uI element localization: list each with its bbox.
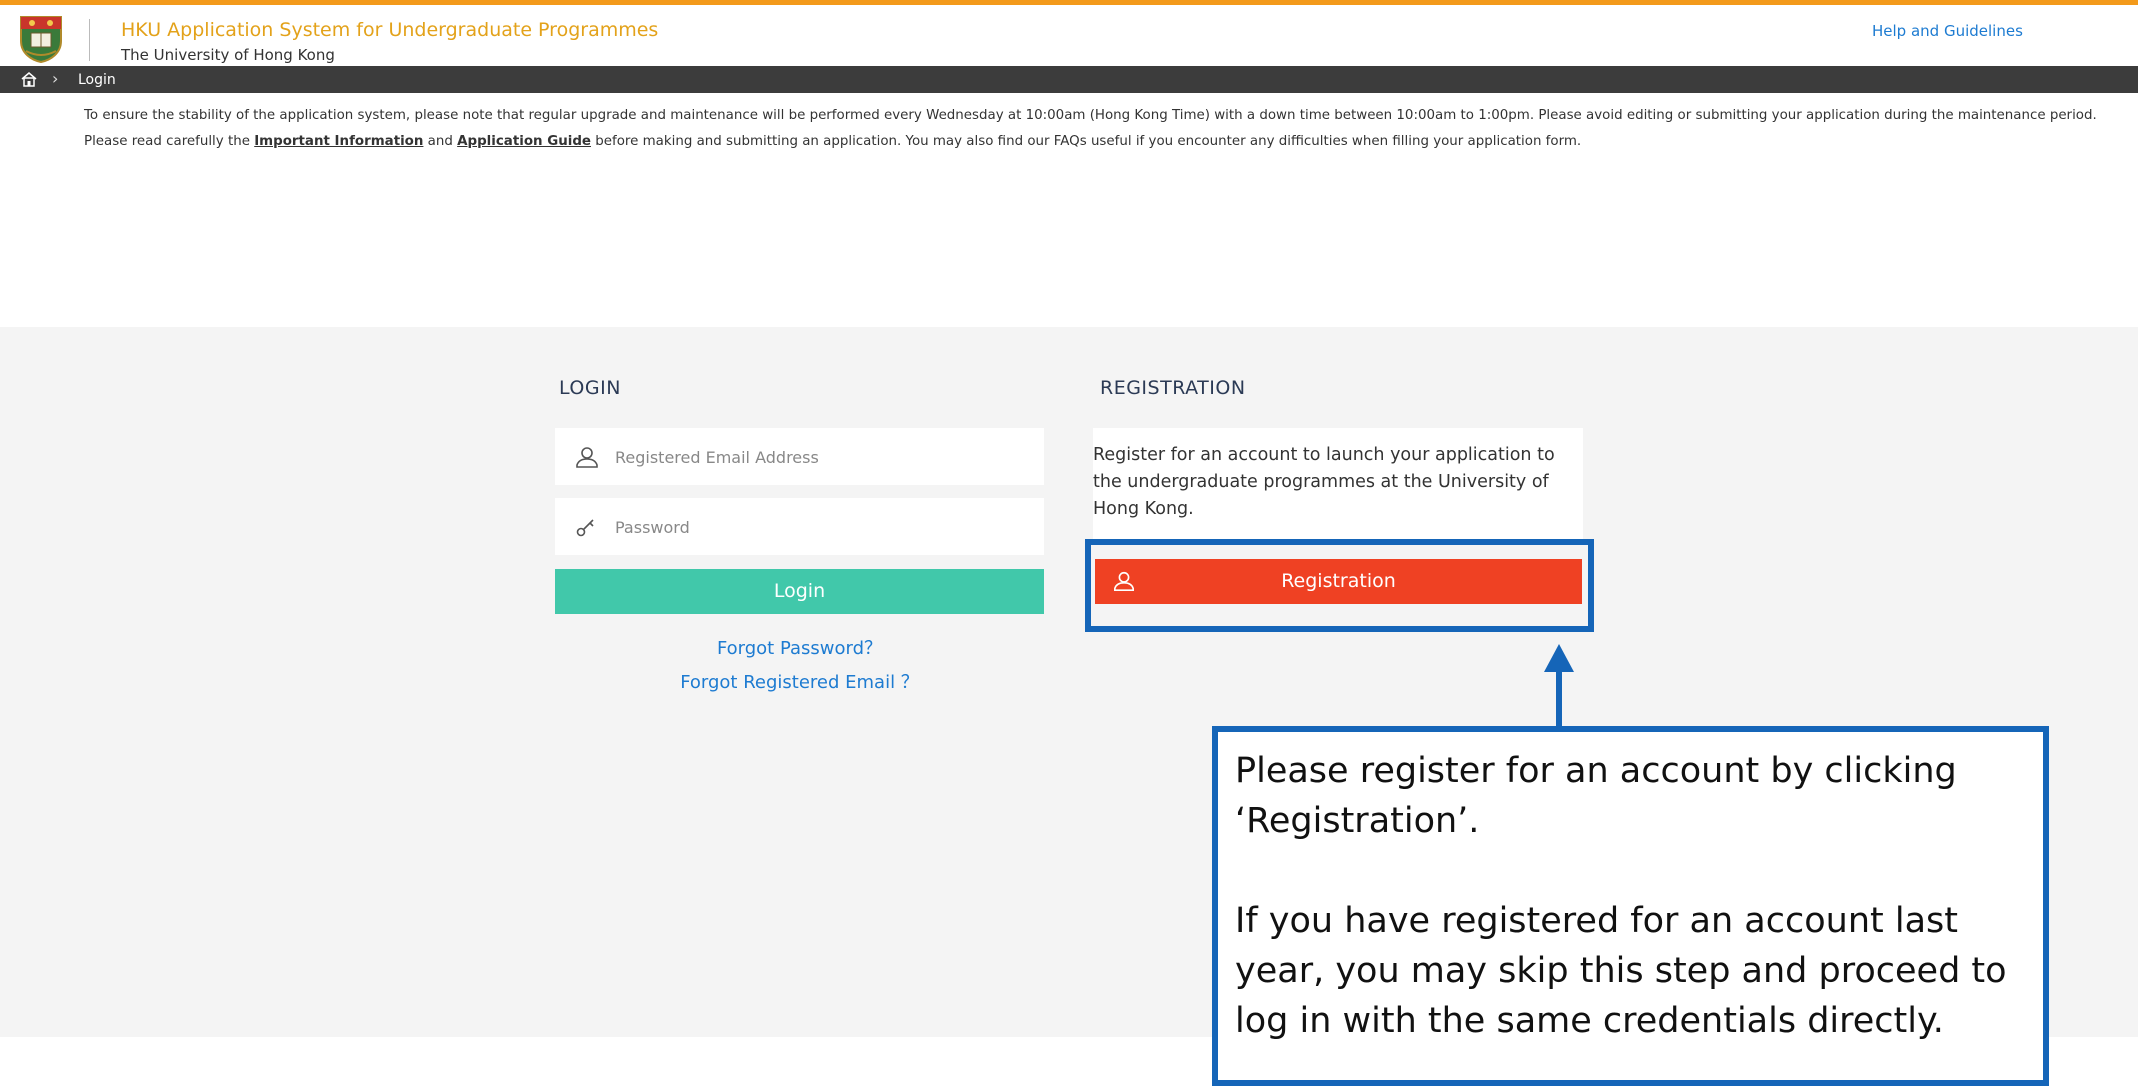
registration-heading: REGISTRATION [1100, 377, 1246, 399]
home-icon[interactable] [20, 70, 38, 88]
notice-read-text: Please read carefully the Important Info… [84, 129, 2124, 155]
user-icon [576, 447, 598, 468]
email-input[interactable] [613, 438, 1037, 476]
application-guide-link[interactable]: Application Guide [457, 134, 591, 149]
callout-line-1: Please register for an account by clicki… [1235, 751, 1957, 841]
site-header: HKU Application System for Undergraduate… [0, 5, 2138, 66]
breadcrumb-current: Login [78, 72, 116, 88]
maintenance-notice: To ensure the stability of the applicati… [84, 103, 2124, 155]
university-name: The University of Hong Kong [121, 46, 335, 64]
hku-crest-logo [20, 16, 62, 63]
notice-and: and [423, 134, 458, 149]
annotation-highlight-box [1085, 539, 1594, 632]
notice-suffix: before making and submitting an applicat… [591, 134, 1582, 149]
breadcrumb: › Login [0, 66, 2138, 93]
registration-description-box: Register for an account to launch your a… [1093, 428, 1583, 541]
annotation-arrow-head [1544, 644, 1574, 672]
login-button[interactable]: Login [555, 569, 1044, 614]
callout-line-2: If you have registered for an account la… [1235, 901, 2007, 1041]
registration-description: Register for an account to launch your a… [1093, 445, 1555, 519]
key-icon [576, 519, 594, 537]
instruction-callout: Please register for an account by clicki… [1212, 726, 2049, 1086]
help-and-guidelines-link[interactable]: Help and Guidelines [1872, 22, 2023, 40]
app-title: HKU Application System for Undergraduate… [121, 19, 659, 41]
header-divider [89, 19, 90, 61]
password-input[interactable] [613, 508, 1037, 546]
forgot-registered-email-link[interactable]: Forgot Registered Email ？ [555, 668, 1044, 694]
notice-prefix: Please read carefully the [84, 134, 255, 149]
breadcrumb-separator-icon: › [52, 69, 59, 88]
important-information-link[interactable]: Important Information [254, 134, 423, 149]
notice-maintenance-text: To ensure the stability of the applicati… [84, 108, 2097, 123]
password-field[interactable] [555, 498, 1044, 555]
login-heading: LOGIN [559, 377, 621, 399]
email-field[interactable] [555, 428, 1044, 485]
annotation-arrow-shaft [1556, 670, 1562, 728]
forgot-password-link[interactable]: Forgot Password？ [555, 634, 1044, 660]
